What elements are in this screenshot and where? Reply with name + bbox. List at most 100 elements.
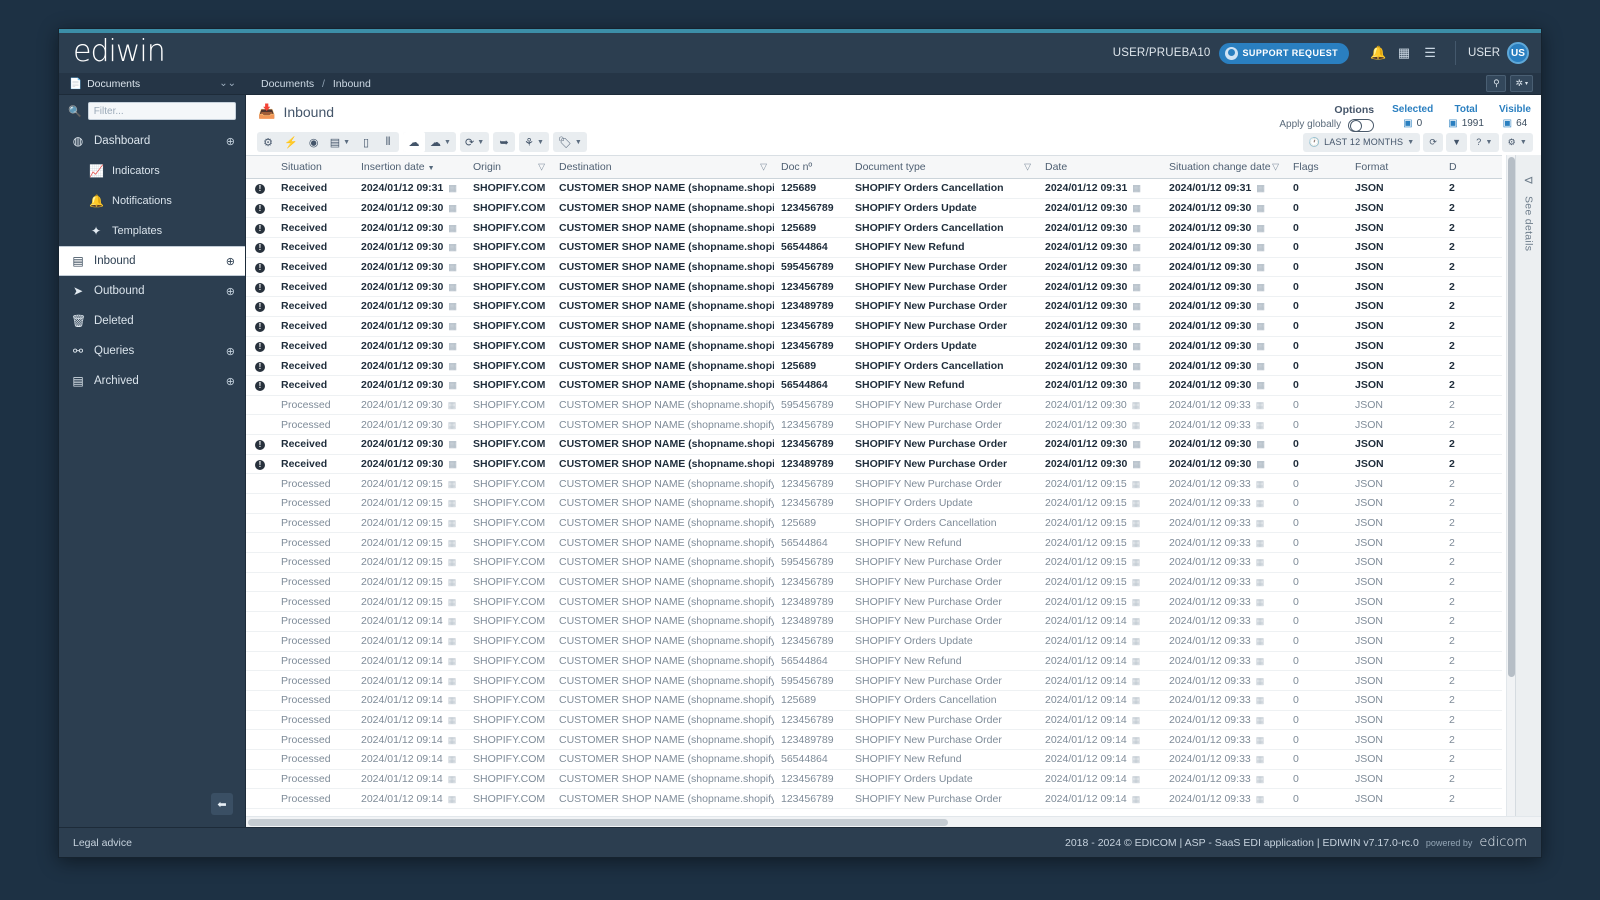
- plug-button[interactable]: ⚲: [1486, 75, 1506, 92]
- calendar-icon[interactable]: ▦: [448, 656, 457, 666]
- calendar-icon[interactable]: ▦: [448, 380, 457, 390]
- calendar-icon[interactable]: ▦: [448, 616, 457, 626]
- calendar-icon[interactable]: ▦: [1132, 321, 1141, 331]
- calendar-icon[interactable]: ▦: [1132, 557, 1141, 567]
- calendar-icon[interactable]: ▦: [1256, 498, 1265, 508]
- table-row[interactable]: Processed2024/01/12 09:14▦SHOPIFY.COMCUS…: [246, 710, 1502, 730]
- calendar-icon[interactable]: ▦: [448, 735, 457, 745]
- table-row[interactable]: !Received2024/01/12 09:30▦SHOPIFY.COMCUS…: [246, 375, 1502, 395]
- calendar-icon[interactable]: ▦: [1256, 242, 1265, 252]
- column-filter-icon[interactable]: ▽: [1272, 162, 1279, 173]
- calendar-icon[interactable]: ▦: [1256, 616, 1265, 626]
- expand-icon[interactable]: ⊕: [226, 285, 235, 298]
- calendar-icon[interactable]: ▦: [1132, 616, 1141, 626]
- sidebar-item-queries[interactable]: ⚯Queries⊕: [59, 336, 245, 366]
- calendar-icon[interactable]: ▦: [448, 695, 457, 705]
- breadcrumb-item-inbound[interactable]: Inbound: [333, 78, 371, 90]
- calendar-icon[interactable]: ▦: [1256, 183, 1265, 193]
- calendar-icon[interactable]: ▦: [1256, 361, 1265, 371]
- sidebar-item-archived[interactable]: ▤Archived⊕: [59, 366, 245, 396]
- calendar-icon[interactable]: ▦: [1256, 636, 1265, 646]
- table-row[interactable]: Processed2024/01/12 09:15▦SHOPIFY.COMCUS…: [246, 474, 1502, 494]
- see-details-panel[interactable]: ⊲ See details: [1515, 155, 1541, 816]
- column-header-d[interactable]: D: [1442, 156, 1502, 179]
- grid-apps-icon[interactable]: ▦: [1391, 40, 1417, 66]
- app-logo[interactable]: ediwin: [73, 35, 165, 71]
- calendar-icon[interactable]: ▦: [1132, 439, 1141, 449]
- calendar-icon[interactable]: ▦: [1256, 715, 1265, 725]
- calendar-icon[interactable]: ▦: [1132, 282, 1141, 292]
- table-row[interactable]: Processed2024/01/12 09:14▦SHOPIFY.COMCUS…: [246, 690, 1502, 710]
- calendar-icon[interactable]: ▦: [1256, 479, 1265, 489]
- calendar-icon[interactable]: ▦: [1256, 321, 1265, 331]
- table-row[interactable]: !Received2024/01/12 09:30▦SHOPIFY.COMCUS…: [246, 257, 1502, 277]
- calendar-icon[interactable]: ▦: [1256, 459, 1265, 469]
- calendar-icon[interactable]: ▦: [448, 577, 457, 587]
- help-button[interactable]: ?▼: [1470, 133, 1498, 152]
- calendar-icon[interactable]: ▦: [1132, 794, 1141, 804]
- table-row[interactable]: Processed2024/01/12 09:14▦SHOPIFY.COMCUS…: [246, 612, 1502, 632]
- column-filter-icon[interactable]: ▽: [538, 162, 545, 173]
- calendar-icon[interactable]: ▦: [448, 557, 457, 567]
- calendar-icon[interactable]: ▦: [1132, 420, 1141, 430]
- calendar-icon[interactable]: ▦: [1256, 439, 1265, 449]
- sidebar-item-deleted[interactable]: 🗑Deleted: [59, 306, 245, 336]
- column-header-situation[interactable]: Situation: [274, 156, 354, 179]
- table-row[interactable]: !Received2024/01/12 09:30▦SHOPIFY.COMCUS…: [246, 356, 1502, 376]
- calendar-icon[interactable]: ▦: [1256, 262, 1265, 272]
- table-row[interactable]: Processed2024/01/12 09:15▦SHOPIFY.COMCUS…: [246, 592, 1502, 612]
- calendar-icon[interactable]: ▦: [448, 479, 457, 489]
- breadcrumb-item-documents[interactable]: Documents: [261, 78, 314, 90]
- table-row[interactable]: !Received2024/01/12 09:31▦SHOPIFY.COMCUS…: [246, 179, 1502, 199]
- calendar-icon[interactable]: ▦: [448, 242, 457, 252]
- calendar-icon[interactable]: ▦: [1256, 577, 1265, 587]
- calendar-icon[interactable]: ▦: [448, 498, 457, 508]
- calendar-icon[interactable]: ▦: [448, 341, 457, 351]
- filter-input[interactable]: [88, 102, 236, 120]
- calendar-icon[interactable]: ▦: [1132, 656, 1141, 666]
- calendar-icon[interactable]: ▦: [1256, 223, 1265, 233]
- column-filter-icon[interactable]: ▽: [760, 162, 767, 173]
- calendar-icon[interactable]: ▦: [448, 223, 457, 233]
- calendar-icon[interactable]: ▦: [448, 361, 457, 371]
- calendar-icon[interactable]: ▦: [1132, 361, 1141, 371]
- disc-button[interactable]: ◉: [303, 132, 325, 152]
- table-row[interactable]: Processed2024/01/12 09:14▦SHOPIFY.COMCUS…: [246, 749, 1502, 769]
- column-header-format[interactable]: Format: [1348, 156, 1442, 179]
- table-row[interactable]: Processed2024/01/12 09:14▦SHOPIFY.COMCUS…: [246, 651, 1502, 671]
- calendar-icon[interactable]: ▦: [1132, 518, 1141, 528]
- calendar-icon[interactable]: ▦: [1256, 518, 1265, 528]
- calendar-icon[interactable]: ▦: [1256, 203, 1265, 213]
- module-selector[interactable]: 📄 Documents ⌄⌄: [59, 77, 245, 90]
- column-header-date[interactable]: Date: [1038, 156, 1162, 179]
- support-request-button[interactable]: SUPPORT REQUEST: [1219, 43, 1350, 64]
- table-row[interactable]: Processed2024/01/12 09:30▦SHOPIFY.COMCUS…: [246, 395, 1502, 415]
- calendar-icon[interactable]: ▦: [448, 715, 457, 725]
- filter-button[interactable]: ▼: [1446, 133, 1467, 152]
- calendar-icon[interactable]: ▦: [1132, 262, 1141, 272]
- column-header-destination[interactable]: Destination▽: [552, 156, 774, 179]
- sidebar-item-indicators[interactable]: 📈Indicators: [59, 156, 245, 186]
- calendar-icon[interactable]: ▦: [1256, 754, 1265, 764]
- calendar-icon[interactable]: ▦: [448, 203, 457, 213]
- table-row[interactable]: !Received2024/01/12 09:30▦SHOPIFY.COMCUS…: [246, 297, 1502, 317]
- table-row[interactable]: Processed2024/01/12 09:15▦SHOPIFY.COMCUS…: [246, 553, 1502, 573]
- table-row[interactable]: !Received2024/01/12 09:30▦SHOPIFY.COMCUS…: [246, 277, 1502, 297]
- scrollbar-thumb[interactable]: [1508, 157, 1515, 677]
- calendar-icon[interactable]: ▦: [1132, 695, 1141, 705]
- calendar-icon[interactable]: ▦: [448, 459, 457, 469]
- refresh-button[interactable]: ⟳: [1423, 133, 1443, 152]
- sidebar-item-inbound[interactable]: ▤Inbound⊕: [59, 246, 245, 276]
- calendar-icon[interactable]: ▦: [1132, 380, 1141, 390]
- calendar-icon[interactable]: ▦: [448, 439, 457, 449]
- table-row[interactable]: Processed2024/01/12 09:15▦SHOPIFY.COMCUS…: [246, 533, 1502, 553]
- table-row[interactable]: !Received2024/01/12 09:30▦SHOPIFY.COMCUS…: [246, 434, 1502, 454]
- table-row[interactable]: !Received2024/01/12 09:30▦SHOPIFY.COMCUS…: [246, 218, 1502, 238]
- calendar-icon[interactable]: ▦: [448, 282, 457, 292]
- table-row[interactable]: Processed2024/01/12 09:15▦SHOPIFY.COMCUS…: [246, 572, 1502, 592]
- calendar-icon[interactable]: ▦: [1132, 538, 1141, 548]
- calendar-icon[interactable]: ▦: [1256, 420, 1265, 430]
- person-actions-button[interactable]: ⚘▼: [519, 132, 549, 152]
- calendar-icon[interactable]: ▦: [1132, 715, 1141, 725]
- calendar-icon[interactable]: ▦: [1132, 400, 1141, 410]
